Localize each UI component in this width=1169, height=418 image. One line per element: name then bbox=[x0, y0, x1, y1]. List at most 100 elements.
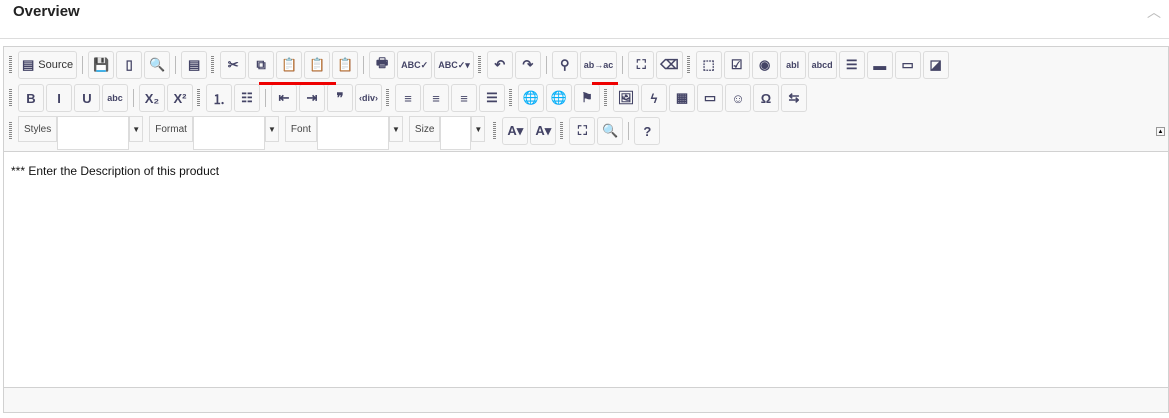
new-page-button[interactable]: ▯ bbox=[116, 51, 143, 79]
link-icon: 🌐 bbox=[522, 90, 540, 105]
unlink-button[interactable]: 🌐 bbox=[546, 84, 572, 112]
underline-button[interactable]: U bbox=[74, 84, 100, 112]
redo-button[interactable]: ↷ bbox=[514, 51, 541, 79]
create-div-button[interactable]: ‹div› bbox=[355, 84, 382, 112]
flash-icon: ϟ bbox=[650, 90, 658, 106]
indent-button[interactable]: ⇥ bbox=[299, 84, 325, 112]
styles-select[interactable] bbox=[57, 116, 130, 150]
image-button[interactable]: 🖼 bbox=[613, 84, 639, 112]
flash-button[interactable]: ϟ bbox=[641, 84, 667, 112]
align-left-button[interactable]: ≡ bbox=[395, 84, 421, 112]
table-button[interactable]: ▦ bbox=[669, 84, 695, 112]
bold-button[interactable]: B bbox=[18, 84, 44, 112]
outdent-button[interactable]: ⇤ bbox=[271, 84, 297, 112]
select-all-button[interactable]: ⛶ bbox=[628, 51, 655, 79]
superscript-icon: X² bbox=[173, 90, 187, 106]
preview-icon: 🔍 bbox=[149, 57, 166, 72]
background-color-button[interactable]: A▾ bbox=[530, 117, 557, 145]
about-button[interactable]: ? bbox=[634, 117, 661, 145]
text-field-icon: abl bbox=[786, 60, 800, 70]
spell-check-as-you-type-button[interactable]: ABC✓▾ bbox=[434, 51, 474, 79]
toolbar-separator bbox=[133, 89, 134, 107]
copy-button[interactable]: ⧉ bbox=[248, 51, 275, 79]
show-blocks-button[interactable]: 🔍 bbox=[597, 117, 624, 145]
form-button[interactable]: ⬚ bbox=[695, 51, 722, 79]
justify-button[interactable]: ☰ bbox=[479, 84, 505, 112]
align-center-icon: ≡ bbox=[432, 90, 440, 106]
chevron-up-icon[interactable]: ︿ bbox=[1147, 2, 1161, 22]
copy-icon: ⧉ bbox=[256, 57, 266, 72]
form-button-button[interactable]: ▬ bbox=[866, 51, 893, 79]
collapse-toolbar-icon[interactable]: ▲ bbox=[1156, 127, 1165, 136]
maximize-button[interactable]: ⛶ bbox=[569, 117, 596, 145]
format-select[interactable] bbox=[192, 116, 265, 150]
spell-check-as-you-type-icon: ABC✓▾ bbox=[438, 59, 470, 70]
superscript-button[interactable]: X² bbox=[167, 84, 193, 112]
section-title: Overview bbox=[13, 3, 80, 20]
chevron-down-icon[interactable]: ▼ bbox=[471, 116, 486, 142]
checkbox-icon: ☑ bbox=[730, 57, 743, 72]
checkbox-button[interactable]: ☑ bbox=[723, 51, 750, 79]
new-page-icon: ▯ bbox=[125, 57, 133, 72]
hidden-field-button[interactable]: ◪ bbox=[922, 51, 949, 79]
remove-format-button[interactable]: ⌫ bbox=[656, 51, 683, 79]
subscript-button[interactable]: X₂ bbox=[139, 84, 165, 112]
toolbar-separator bbox=[82, 56, 84, 74]
font-combo[interactable]: Font ▼ bbox=[284, 116, 403, 150]
textarea-button[interactable]: abcd bbox=[807, 51, 837, 79]
radio-button[interactable]: ◉ bbox=[751, 51, 778, 79]
blockquote-button[interactable]: ❞ bbox=[327, 84, 353, 112]
text-field-button[interactable]: abl bbox=[779, 51, 806, 79]
paste-button[interactable]: 📋 bbox=[276, 51, 303, 79]
paste-from-word-button[interactable]: 📋 bbox=[332, 51, 359, 79]
size-select[interactable] bbox=[440, 116, 472, 150]
format-combo[interactable]: Format ▼ bbox=[149, 116, 279, 150]
align-center-button[interactable]: ≡ bbox=[423, 84, 449, 112]
italic-button[interactable]: I bbox=[46, 84, 72, 112]
toolbar-row-2: B I Uabc X₂ X² ⒈ ☷ ⇤ ⇥ ❞ ‹div› ≡ ≡ ≡ ☰ 🌐 🌐 ⚑ 🖼 ϟ ▦ ▭ ☺ Ω ⇆ bbox=[7, 83, 809, 113]
editor-content[interactable]: *** Enter the Description of this produc… bbox=[4, 152, 1168, 387]
chevron-down-icon[interactable]: ▼ bbox=[264, 116, 279, 142]
find-button[interactable]: ⚲ bbox=[551, 51, 578, 79]
templates-button[interactable]: ▤ bbox=[181, 51, 208, 79]
size-combo[interactable]: Size ▼ bbox=[408, 116, 486, 150]
remove-format-underline bbox=[592, 82, 618, 85]
show-blocks-icon: 🔍 bbox=[602, 123, 619, 138]
chevron-down-icon[interactable]: ▼ bbox=[388, 116, 403, 142]
image-button-button[interactable]: ▭ bbox=[894, 51, 921, 79]
print-button[interactable]: 🖶 bbox=[369, 51, 396, 79]
numbered-list-button[interactable]: ⒈ bbox=[206, 84, 232, 112]
link-button[interactable]: 🌐 bbox=[518, 84, 544, 112]
select-field-button[interactable]: ☰ bbox=[838, 51, 865, 79]
smiley-button[interactable]: ☺ bbox=[725, 84, 751, 112]
chevron-down-icon[interactable]: ▼ bbox=[129, 116, 144, 142]
smiley-icon: ☺ bbox=[731, 90, 745, 106]
strikethrough-button[interactable]: abc bbox=[102, 84, 128, 112]
underline-icon: U bbox=[82, 90, 92, 106]
save-button[interactable]: 💾 bbox=[88, 51, 115, 79]
page-break-button[interactable]: ⇆ bbox=[781, 84, 807, 112]
special-char-button[interactable]: Ω bbox=[753, 84, 779, 112]
toolbar-group-grip bbox=[386, 89, 389, 107]
styles-combo[interactable]: Styles ▼ bbox=[18, 116, 144, 150]
templates-icon: ▤ bbox=[188, 57, 201, 72]
toolbar-separator bbox=[265, 89, 266, 107]
source-button[interactable]: ▤ Source bbox=[18, 51, 78, 79]
replace-button[interactable]: ab→ac bbox=[579, 51, 618, 79]
text-color-button[interactable]: A▾ bbox=[502, 117, 529, 145]
undo-button[interactable]: ↶ bbox=[486, 51, 513, 79]
remove-format-icon: ⌫ bbox=[660, 57, 679, 72]
anchor-button[interactable]: ⚑ bbox=[574, 84, 600, 112]
cut-button[interactable]: ✂ bbox=[220, 51, 247, 79]
spell-check-button[interactable]: ABC✓ bbox=[397, 51, 433, 79]
source-label: Source bbox=[38, 59, 74, 71]
align-right-button[interactable]: ≡ bbox=[451, 84, 477, 112]
font-select[interactable] bbox=[316, 116, 389, 150]
hidden-field-icon: ◪ bbox=[929, 57, 942, 72]
paste-text-icon: 📋 bbox=[309, 57, 326, 72]
horizontal-line-button[interactable]: ▭ bbox=[697, 84, 723, 112]
preview-button[interactable]: 🔍 bbox=[144, 51, 171, 79]
paste-text-button[interactable]: 📋 bbox=[304, 51, 331, 79]
bulleted-list-button[interactable]: ☷ bbox=[234, 84, 260, 112]
save-icon: 💾 bbox=[93, 57, 110, 72]
